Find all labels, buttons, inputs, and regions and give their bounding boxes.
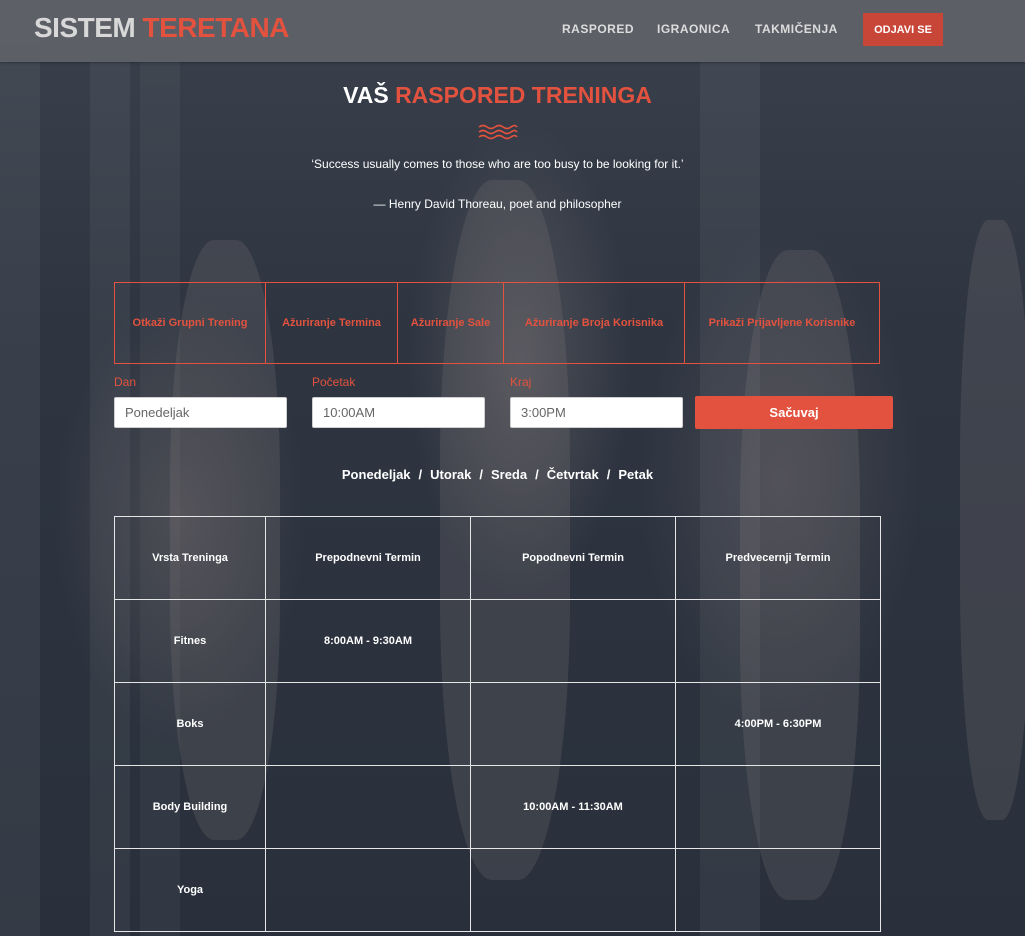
schedule-cell: [470, 599, 676, 683]
end-label: Kraj: [510, 375, 532, 389]
save-button[interactable]: Sačuvaj: [695, 396, 893, 429]
schedule-cell: [675, 848, 881, 932]
action-bar: Otkaži Grupni Trening Ažuriranje Termina…: [114, 282, 880, 364]
header-morning: Prepodnevni Termin: [265, 516, 471, 600]
schedule-cell: [265, 765, 471, 849]
update-term-button[interactable]: Ažuriranje Termina: [266, 283, 398, 363]
title-red: RASPORED TRENINGA: [395, 82, 652, 108]
training-type-cell: Yoga: [114, 848, 266, 932]
schedule-cell: 10:00AM - 11:30AM: [470, 765, 676, 849]
table-header-row: Vrsta Treninga Prepodnevni Termin Popodn…: [114, 516, 881, 600]
day-label: Dan: [114, 375, 137, 389]
top-navbar: SISTEM TERETANA RASPORED IGRAONICA TAKMI…: [0, 0, 1025, 62]
day-separator: /: [535, 467, 539, 482]
start-label: Početak: [312, 375, 356, 389]
logo-text-primary: SISTEM: [34, 12, 136, 43]
day-input[interactable]: [114, 397, 287, 428]
page-title: VAŠ RASPORED TRENINGA: [0, 82, 995, 109]
update-hall-button[interactable]: Ažuriranje Sale: [398, 283, 504, 363]
day-petak[interactable]: Petak: [618, 467, 653, 482]
day-separator: /: [418, 467, 423, 482]
training-type-cell: Fitnes: [114, 599, 266, 683]
schedule-table: Vrsta Treninga Prepodnevni Termin Popodn…: [114, 516, 881, 932]
day-selector: Ponedeljak / Utorak / Sreda / Četvrtak / Petak: [0, 467, 995, 482]
nav-takmicenja[interactable]: TAKMIČENJA: [755, 22, 838, 36]
logo[interactable]: SISTEM TERETANA: [34, 12, 289, 44]
cancel-group-training-button[interactable]: Otkaži Grupni Trening: [115, 283, 266, 363]
day-separator: /: [479, 467, 483, 482]
schedule-cell: [265, 848, 471, 932]
show-registered-users-button[interactable]: Prikaži Prijavljene Korisnike: [685, 283, 879, 363]
day-utorak[interactable]: Utorak: [430, 467, 471, 482]
nav-raspored[interactable]: RASPORED: [562, 22, 634, 36]
schedule-cell: [675, 599, 881, 683]
quote-author: — Henry David Thoreau, poet and philosop…: [373, 197, 622, 211]
table-row: Body Building 10:00AM - 11:30AM: [114, 765, 881, 849]
day-separator: /: [606, 467, 611, 482]
schedule-cell: [470, 848, 676, 932]
logo-text-accent: TERETANA: [142, 12, 290, 43]
logout-button[interactable]: ODJAVI SE: [863, 13, 943, 46]
quote-text: ‘Success usually comes to those who are …: [311, 157, 684, 171]
header-training-type: Vrsta Treninga: [114, 516, 266, 600]
nav-igraonica[interactable]: IGRAONICA: [657, 22, 730, 36]
table-row: Yoga: [114, 848, 881, 932]
training-type-cell: Body Building: [114, 765, 266, 849]
start-time-input[interactable]: [312, 397, 485, 428]
table-row: Fitnes 8:00AM - 9:30AM: [114, 599, 881, 683]
training-type-cell: Boks: [114, 682, 266, 766]
schedule-cell: [675, 765, 881, 849]
waves-icon: [478, 124, 518, 140]
table-row: Boks 4:00PM - 6:30PM: [114, 682, 881, 766]
schedule-cell: 8:00AM - 9:30AM: [265, 599, 471, 683]
schedule-cell: [470, 682, 676, 766]
header-afternoon: Popodnevni Termin: [470, 516, 676, 600]
title-white: VAŠ: [343, 82, 389, 108]
end-time-input[interactable]: [510, 397, 683, 428]
header-evening: Predvecernji Termin: [675, 516, 881, 600]
day-ponedeljak[interactable]: Ponedeljak: [342, 467, 411, 482]
schedule-cell: 4:00PM - 6:30PM: [675, 682, 881, 766]
update-user-count-button[interactable]: Ažuriranje Broja Korisnika: [504, 283, 685, 363]
schedule-cell: [265, 682, 471, 766]
day-sreda[interactable]: Sreda: [491, 467, 527, 482]
day-cetvrtak[interactable]: Četvrtak: [547, 467, 599, 482]
